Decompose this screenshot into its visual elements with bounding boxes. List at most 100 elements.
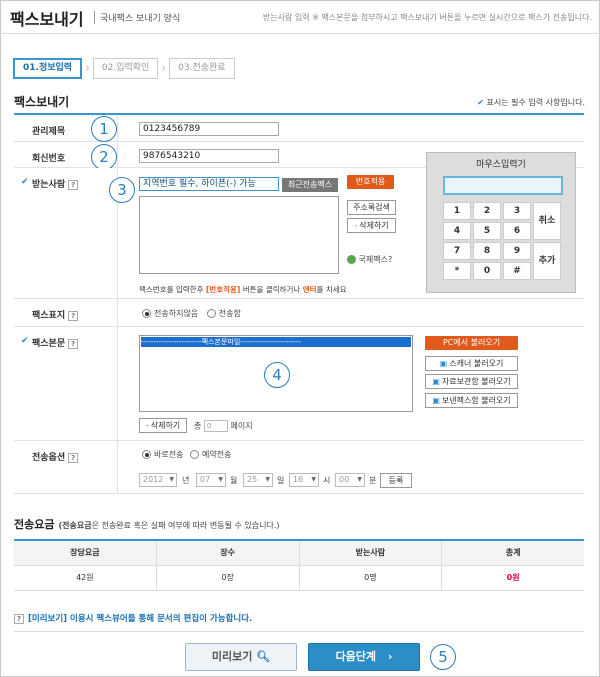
key-1[interactable]: 1 [443,202,471,220]
fee-total: 0원 [506,573,520,582]
scanner-icon: ▣ [439,359,448,368]
cover-label-wrap: 팩스표지? [32,308,79,321]
key-8[interactable]: 8 [473,242,501,260]
key-9[interactable]: 9 [503,242,531,260]
radio-icon [190,450,199,459]
hour-select[interactable]: 16 [289,473,319,487]
radio-icon [142,450,151,459]
sent-fax-button[interactable]: ▣ 보낸팩스함 불러오기 [425,393,518,408]
storage-button[interactable]: ▣ 자료보관함 불러오기 [425,374,518,389]
fee-page-count: 0장 [157,566,300,590]
required-note: ✔ 표시는 필수 입력 사항입니다. [477,97,585,108]
recipient-list[interactable] [139,196,339,274]
delete-body-button[interactable]: - 삭제하기 [139,418,187,433]
help-icon[interactable]: ? [14,614,24,624]
required-check-icon: ✔ [21,177,29,187]
total-label: 총 [194,421,202,431]
key-hash[interactable]: # [503,262,531,280]
send-now-radio[interactable]: 바로전송 [142,450,183,459]
hint-enter: 엔터 [302,285,317,294]
fee-table: 장당요금 장수 받는사람 총계 42원 0장 0명 0원 [14,539,584,591]
page-count: 총 0 페이지 [194,420,253,432]
register-button[interactable]: 등록 [380,473,412,488]
fee-note: (전송요금은 전송완료 혹은 실패 여부에 따라 변동될 수 있습니다.) [58,521,279,530]
minute-unit: 분 [369,476,377,485]
header-instructions: 받는사람 입력 ※ 팩스본문을 첨부하시고 팩스보내기 버튼을 누르면 실시간으… [262,13,592,22]
cover-no-radio[interactable]: 전송하지않음 [142,309,198,318]
recipient-label-wrap: 받는사람? [32,177,79,190]
key-7[interactable]: 7 [443,242,471,260]
help-icon[interactable]: ? [68,338,79,349]
help-icon[interactable]: ? [68,452,79,463]
minus-icon: - [354,221,358,230]
globe-icon [347,255,356,264]
apply-number-button[interactable]: 번호적용 [347,175,394,189]
keypad-title: 마우스입력기 [476,160,526,170]
key-5[interactable]: 5 [473,222,501,240]
required-note-text: 표시는 필수 입력 사항입니다. [486,98,586,107]
key-star[interactable]: * [443,262,471,280]
scanner-button[interactable]: ▣ 스캐너 불러오기 [425,356,518,371]
key-2[interactable]: 2 [473,202,501,220]
reply-number-input[interactable]: 9876543210 [139,149,279,163]
options-label-wrap: 전송옵션? [32,450,79,463]
scanner-label: 스캐너 불러오기 [449,359,504,368]
send-scheduled-radio[interactable]: 예약전송 [190,450,231,459]
fee-header-cell: 장수 [156,541,300,565]
arrow-right-icon: › [387,650,393,663]
title-label: 관리제목 [32,127,66,137]
required-check-icon: ✔ [21,336,29,346]
folder-icon: ▣ [432,377,440,386]
keypad-add-button[interactable]: 추가 [533,242,561,280]
minute-select[interactable]: 00 [335,473,365,487]
cover-options: 전송하지않음 전송함 [142,308,241,319]
body-file-item[interactable]: ------------------------팩스본문파일----------… [141,337,411,347]
fee-per-page: 42원 [14,566,157,590]
key-6[interactable]: 6 [503,222,531,240]
pages-label: 페이지 [230,421,253,431]
preview-button[interactable]: 미리보기 🔍︎ [185,643,297,671]
reply-label: 회신번호 [32,154,66,164]
send-options: 바로전송 예약전송 [142,449,231,460]
label-cell: ✔ 팩스본문? [14,327,118,440]
pc-upload-button[interactable]: PC에서 불러오기 [425,336,518,350]
hint-text: 버튼을 클릭하거나 [242,285,301,294]
fee-header-cell: 총계 [442,541,584,565]
fee-recipient-count: 0명 [300,566,443,590]
next-step-button[interactable]: 다음단계 › [308,643,420,671]
day-select[interactable]: 25 [243,473,273,487]
sent-fax-label: 보낸팩스함 불러오기 [441,396,511,405]
options-label: 전송옵션 [32,453,66,463]
help-icon[interactable]: ? [68,179,79,190]
month-select[interactable]: 07 [196,473,226,487]
recent-fax-button[interactable]: 최근전송팩스 [282,178,338,192]
fee-header-cell: 받는사람 [299,541,443,565]
cover-yes-radio[interactable]: 전송함 [206,309,241,318]
page-title: 팩스보내기 [10,10,84,29]
delete-recipient-button[interactable]: - 삭제하기 [347,218,396,233]
minus-icon: - [145,421,149,430]
row-title: 관리제목 0123456789 1 [14,115,584,142]
fee-table-header: 장당요금 장수 받는사람 총계 [14,541,584,566]
delete-body-label: 삭제하기 [150,421,181,430]
day-unit: 일 [277,476,285,485]
address-book-button[interactable]: 주소록검색 [347,200,396,215]
key-0[interactable]: 0 [473,262,501,280]
chevron-right-icon: › [161,61,167,75]
key-4[interactable]: 4 [443,222,471,240]
marker-5: 5 [430,644,456,670]
recipient-number-input[interactable]: 지역번호 필수, 하이픈(-) 가능 [139,177,279,191]
storage-label: 자료보관함 불러오기 [441,377,511,386]
hint-text: 를 치세요 [316,285,347,294]
international-fax-link[interactable]: 국제팩스? [347,254,392,265]
key-3[interactable]: 3 [503,202,531,220]
year-select[interactable]: 2012 [139,473,177,487]
marker-3: 3 [109,177,135,203]
page-count-input[interactable]: 0 [203,420,228,432]
title-input[interactable]: 0123456789 [139,122,279,136]
body-label: 팩스본문 [32,339,66,349]
keypad-cancel-button[interactable]: 취소 [533,202,561,240]
hour-unit: 시 [323,476,331,485]
marker-2: 2 [91,144,117,170]
help-icon[interactable]: ? [68,310,79,321]
